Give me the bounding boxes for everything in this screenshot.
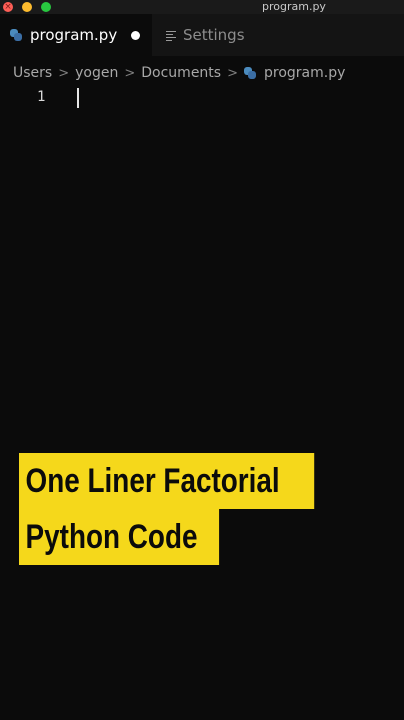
- breadcrumb-item-documents[interactable]: Documents: [141, 65, 221, 81]
- breadcrumb: Users > yogen > Documents > program.py: [13, 63, 345, 83]
- breadcrumb-item-yogen[interactable]: yogen: [75, 65, 118, 81]
- tab-settings[interactable]: Settings: [162, 14, 245, 56]
- minimize-window-button[interactable]: [22, 2, 32, 12]
- video-caption: One Liner Factorial Python Code: [19, 453, 379, 565]
- tab-bar: program.py Settings: [0, 14, 404, 56]
- text-cursor: [77, 88, 79, 108]
- caption-line-2: Python Code: [19, 509, 220, 565]
- unsaved-indicator-icon[interactable]: [131, 30, 141, 40]
- breadcrumb-file-label: program.py: [264, 65, 346, 81]
- tab-label: program.py: [30, 26, 118, 44]
- line-number: 1: [37, 89, 46, 105]
- maximize-window-button[interactable]: [41, 2, 51, 12]
- window-title: program.py: [262, 0, 326, 13]
- code-editor[interactable]: 1: [0, 86, 404, 720]
- tab-label: Settings: [183, 26, 245, 44]
- close-window-button[interactable]: ×: [3, 2, 13, 12]
- breadcrumb-separator-icon: >: [58, 65, 70, 81]
- python-file-icon: [10, 29, 22, 41]
- python-file-icon: [244, 67, 256, 79]
- breadcrumb-item-users[interactable]: Users: [13, 65, 52, 81]
- breadcrumb-separator-icon: >: [124, 65, 136, 81]
- close-icon: ×: [4, 2, 12, 12]
- breadcrumb-item-file[interactable]: program.py: [244, 65, 345, 81]
- settings-list-icon: [166, 30, 177, 41]
- breadcrumb-separator-icon: >: [227, 65, 238, 81]
- caption-line-1: One Liner Factorial: [19, 453, 315, 509]
- tab-program-py[interactable]: program.py: [0, 14, 152, 56]
- title-bar: × program.py: [0, 0, 404, 14]
